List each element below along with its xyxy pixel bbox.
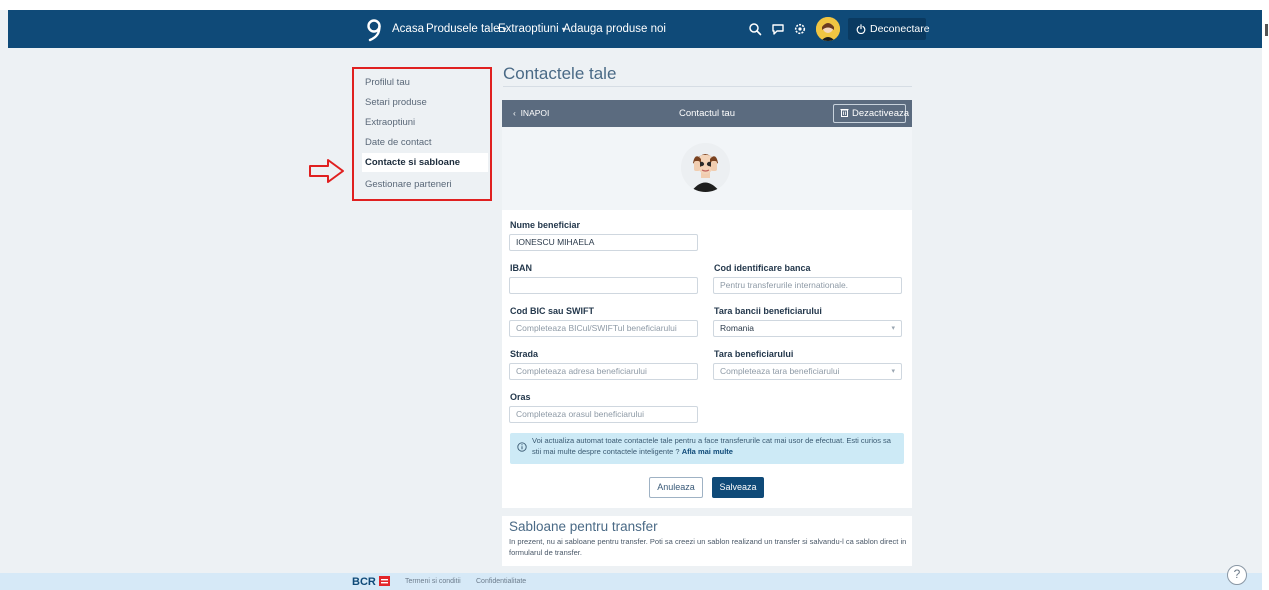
deactivate-button[interactable]: Dezactiveaza bbox=[833, 104, 910, 123]
sidebar-item-extraoptiuni[interactable]: Extraoptiuni bbox=[362, 113, 488, 132]
bcr-logo-mark-icon bbox=[379, 576, 390, 586]
sidebar-item-label: Profilul tau bbox=[365, 77, 410, 88]
footer: BCR Termeni si conditii Confidentialitat… bbox=[0, 573, 1262, 590]
section-separator bbox=[502, 508, 912, 516]
city-placeholder: Completeaza orasul beneficiarului bbox=[516, 409, 645, 419]
power-icon bbox=[856, 24, 866, 35]
window-edge bbox=[1262, 0, 1269, 590]
name-value: IONESCU MIHAELA bbox=[516, 237, 595, 247]
bank-country-label: Tara bancii beneficiarului bbox=[714, 306, 822, 316]
bank-code-label: Cod identificare banca bbox=[714, 263, 811, 273]
bic-label: Cod BIC sau SWIFT bbox=[510, 306, 594, 316]
city-field[interactable]: Completeaza orasul beneficiarului bbox=[509, 406, 698, 423]
contact-card: ‹ INAPOI Contactul tau Dezactiveaza Nume… bbox=[502, 100, 912, 566]
sidebar-item-contacte-si-sabloane[interactable]: Contacte si sabloane bbox=[362, 153, 488, 172]
bic-placeholder: Completeaza BICul/SWIFTul beneficiarului bbox=[516, 323, 677, 333]
sidebar-item-label: Setari produse bbox=[365, 97, 427, 108]
user-avatar[interactable] bbox=[816, 17, 840, 41]
top-strip bbox=[0, 0, 1269, 10]
trash-icon bbox=[840, 109, 849, 117]
sidebar-item-label: Date de contact bbox=[365, 137, 432, 148]
bic-field[interactable]: Completeaza BICul/SWIFTul beneficiarului bbox=[509, 320, 698, 337]
settings-icon[interactable] bbox=[792, 21, 808, 37]
top-navbar: Acasa Produsele tale ▾ Extraoptiuni ▾ Adau… bbox=[8, 10, 1262, 48]
street-label: Strada bbox=[510, 349, 539, 359]
cancel-button[interactable]: Anuleaza bbox=[649, 477, 703, 498]
deactivate-label: Dezactiveaza bbox=[852, 108, 910, 119]
street-field[interactable]: Completeaza adresa beneficiarului bbox=[509, 363, 698, 380]
sidebar-item-date-de-contact[interactable]: Date de contact bbox=[362, 133, 488, 152]
chat-icon[interactable] bbox=[770, 21, 786, 37]
info-text: Voi actualiza automat toate contactele t… bbox=[532, 436, 900, 457]
title-divider bbox=[503, 86, 912, 87]
name-field[interactable]: IONESCU MIHAELA bbox=[509, 234, 698, 251]
info-banner: Voi actualiza automat toate contactele t… bbox=[510, 433, 904, 464]
nav-item-produsele-tale[interactable]: Produsele tale ▾ bbox=[426, 23, 507, 35]
iban-label: IBAN bbox=[510, 263, 532, 273]
save-button[interactable]: Salveaza bbox=[712, 477, 764, 498]
sidebar-item-label: Extraoptiuni bbox=[365, 117, 416, 128]
avatar-section bbox=[502, 127, 912, 210]
footer-link-privacy[interactable]: Confidentialitate bbox=[476, 578, 526, 585]
city-label: Oras bbox=[510, 392, 531, 402]
nav-item-adauga-produse-noi[interactable]: Adauga produse noi bbox=[563, 23, 666, 35]
nav-item-acasa[interactable]: Acasa bbox=[392, 23, 424, 35]
country-label: Tara beneficiarului bbox=[714, 349, 794, 359]
sidebar-item-profilul-tau[interactable]: Profilul tau bbox=[362, 73, 488, 92]
name-label: Nume beneficiar bbox=[510, 220, 581, 230]
bank-country-select[interactable]: Romania ▾ bbox=[713, 320, 902, 337]
george-logo-icon[interactable] bbox=[364, 18, 384, 42]
street-placeholder: Completeaza adresa beneficiarului bbox=[516, 366, 647, 376]
search-icon[interactable] bbox=[747, 21, 763, 37]
footer-link-terms[interactable]: Termeni si conditii bbox=[405, 578, 461, 585]
country-select[interactable]: Completeaza tara beneficiarului ▾ bbox=[713, 363, 902, 380]
bank-code-placeholder: Pentru transferurile internationale. bbox=[720, 280, 849, 290]
iban-field[interactable] bbox=[509, 277, 698, 294]
contact-avatar[interactable] bbox=[681, 143, 730, 192]
nav-item-extraoptiuni[interactable]: Extraoptiuni ▾ bbox=[498, 23, 566, 35]
bank-country-value: Romania bbox=[720, 323, 755, 333]
country-placeholder: Completeaza tara beneficiarului bbox=[720, 366, 840, 376]
logout-label: Deconectare bbox=[870, 23, 930, 35]
info-icon bbox=[517, 442, 527, 452]
edge-mark bbox=[1265, 24, 1268, 36]
page-title: Contactele tale bbox=[503, 64, 617, 83]
templates-text: In prezent, nu ai sabloane pentru transf… bbox=[509, 537, 907, 557]
learn-more-link[interactable]: Afla mai multe bbox=[682, 447, 733, 456]
pointer-arrow-icon bbox=[309, 159, 344, 183]
sidebar-item-label: Gestionare parteneri bbox=[365, 179, 452, 190]
templates-title: Sabloane pentru transfer bbox=[509, 519, 658, 534]
card-header: ‹ INAPOI Contactul tau Dezactiveaza bbox=[502, 100, 912, 127]
logout-button[interactable]: Deconectare bbox=[848, 18, 930, 40]
sidebar-item-label: Contacte si sabloane bbox=[365, 157, 461, 168]
settings-sidebar: Profilul tau Setari produse Extraoptiuni… bbox=[352, 67, 492, 201]
chevron-down-icon: ▾ bbox=[891, 325, 895, 332]
sidebar-item-gestionare-parteneri[interactable]: Gestionare parteneri bbox=[362, 175, 488, 194]
help-button[interactable]: ? bbox=[1227, 565, 1247, 585]
chevron-down-icon: ▾ bbox=[891, 368, 895, 375]
sidebar-item-setari-produse[interactable]: Setari produse bbox=[362, 93, 488, 112]
bcr-logo[interactable]: BCR bbox=[352, 576, 376, 588]
bank-code-field[interactable]: Pentru transferurile internationale. bbox=[713, 277, 902, 294]
